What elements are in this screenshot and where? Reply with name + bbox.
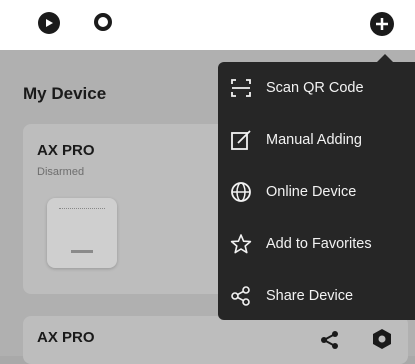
menu-item-label: Share Device [266, 288, 354, 304]
edit-icon [231, 130, 251, 150]
menu-item-scan-qr[interactable]: Scan QR Code [218, 68, 415, 108]
menu-item-online-device[interactable]: Online Device [218, 172, 415, 212]
settings-hex-icon[interactable] [371, 328, 393, 350]
menu-item-label: Online Device [266, 184, 357, 200]
device-status: Disarmed [37, 166, 85, 178]
menu-item-label: Manual Adding [266, 132, 362, 148]
play-icon[interactable] [38, 12, 60, 34]
page-title: My Device [23, 84, 107, 103]
star-icon [230, 234, 252, 254]
device-card[interactable]: AX PRO [23, 316, 408, 364]
menu-item-share-device[interactable]: Share Device [218, 276, 415, 316]
share-icon[interactable] [319, 329, 341, 351]
device-name: AX PRO [37, 329, 95, 346]
menu-item-label: Add to Favorites [266, 236, 372, 252]
top-bar [0, 0, 415, 50]
circle-o-icon[interactable] [93, 12, 113, 32]
plus-icon[interactable] [370, 12, 394, 36]
share-icon [231, 286, 250, 306]
add-menu: Scan QR Code Manual Adding Online Device… [218, 54, 415, 320]
device-image [47, 198, 117, 268]
menu-item-manual-adding[interactable]: Manual Adding [218, 120, 415, 160]
device-name: AX PRO [37, 142, 95, 159]
globe-icon [231, 182, 251, 202]
menu-item-label: Scan QR Code [266, 80, 364, 96]
menu-item-add-favorites[interactable]: Add to Favorites [218, 224, 415, 264]
scan-qr-icon [231, 79, 251, 97]
